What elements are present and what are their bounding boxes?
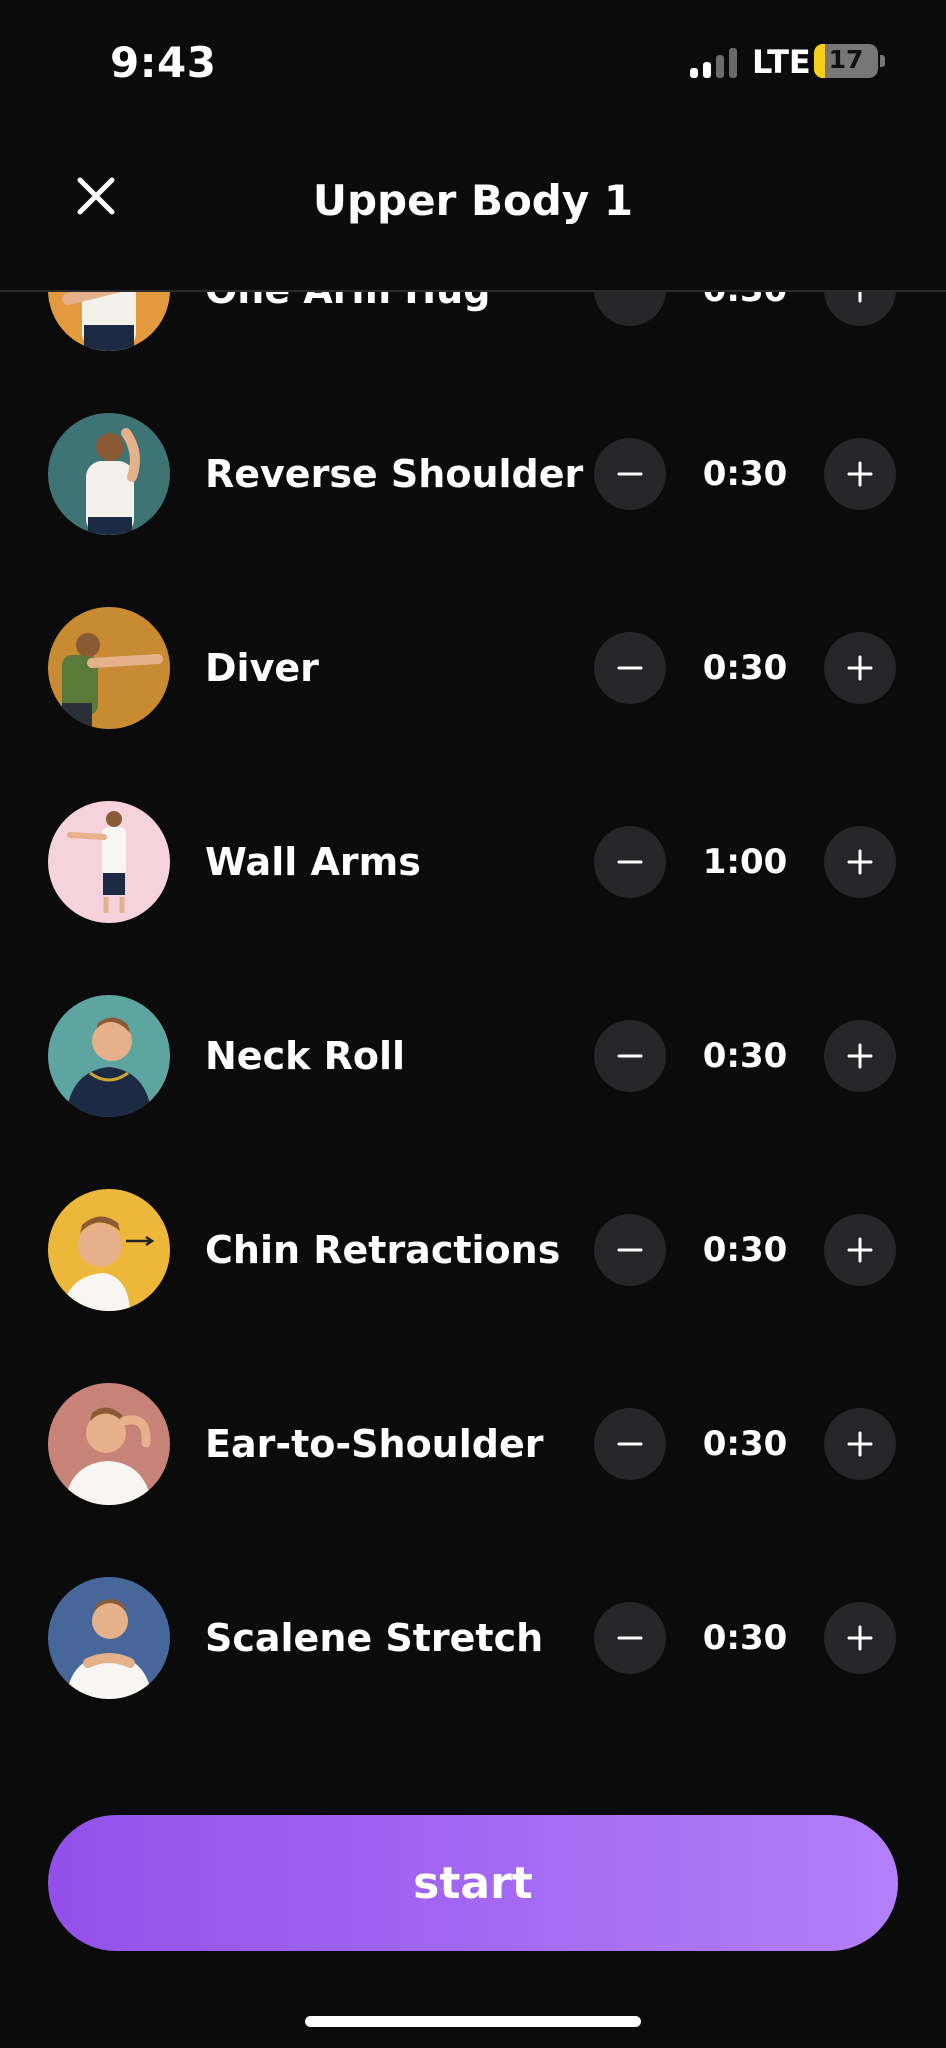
start-button-label: start (413, 1857, 533, 1909)
exercise-row: Scalene Stretch 0:30 (0, 1558, 946, 1718)
plus-icon (847, 1237, 873, 1263)
plus-icon (847, 1043, 873, 1069)
minus-icon (594, 292, 666, 326)
decrease-duration-button[interactable] (594, 1214, 666, 1286)
decrease-duration-button[interactable] (594, 826, 666, 898)
plus-icon (847, 655, 873, 681)
decrease-duration-button[interactable] (594, 438, 666, 510)
increase-duration-button[interactable] (824, 1408, 896, 1480)
exercise-name: Reverse Shoulder (205, 452, 584, 496)
decrease-duration-button[interactable] (594, 292, 666, 326)
network-type: LTE (752, 43, 811, 81)
increase-duration-button[interactable] (824, 292, 896, 326)
exercise-name: Wall Arms (205, 840, 421, 884)
minus-icon (617, 1248, 643, 1252)
battery-icon: 17 (814, 44, 878, 78)
status-bar: 9:43 LTE 17 (0, 0, 946, 120)
exercise-thumbnail (48, 1189, 170, 1311)
minus-icon (617, 472, 643, 476)
decrease-duration-button[interactable] (594, 1602, 666, 1674)
home-indicator[interactable] (305, 2016, 641, 2027)
diver-illustration (48, 607, 170, 729)
plus-icon (847, 849, 873, 875)
exercise-name: Chin Retractions (205, 1228, 561, 1272)
exercise-duration: 0:30 (702, 1230, 788, 1270)
increase-duration-button[interactable] (824, 826, 896, 898)
increase-duration-button[interactable] (824, 1602, 896, 1674)
page-title: Upper Body 1 (312, 176, 634, 225)
exercise-name: Scalene Stretch (205, 1616, 544, 1660)
start-button[interactable]: start (48, 1815, 898, 1951)
plus-icon (847, 1625, 873, 1651)
status-time: 9:43 (110, 38, 217, 87)
wall-arms-illustration (48, 801, 170, 923)
minus-icon (617, 1636, 643, 1640)
exercise-name: Ear-to-Shoulder (205, 1422, 544, 1466)
exercise-row: Diver 0:30 (0, 588, 946, 748)
decrease-duration-button[interactable] (594, 1408, 666, 1480)
scalene-stretch-illustration (48, 1577, 170, 1699)
exercise-row: Chin Retractions 0:30 (0, 1170, 946, 1330)
exercise-duration: 0:30 (702, 1424, 788, 1464)
exercise-duration: 0:30 (690, 292, 800, 310)
battery-level: 17 (828, 45, 864, 74)
battery-tip (880, 55, 885, 67)
exercise-duration: 0:30 (702, 1618, 788, 1658)
exercise-thumbnail (48, 413, 170, 535)
exercise-row: Neck Roll 0:30 (0, 976, 946, 1136)
increase-duration-button[interactable] (824, 1214, 896, 1286)
plus-icon (858, 292, 862, 303)
exercise-duration: 0:30 (702, 1036, 788, 1076)
minus-icon (617, 1442, 643, 1446)
increase-duration-button[interactable] (824, 632, 896, 704)
exercise-duration: 0:30 (702, 648, 788, 688)
ear-to-shoulder-illustration (48, 1383, 170, 1505)
minus-icon (617, 666, 643, 670)
exercise-thumbnail (48, 292, 170, 351)
exercise-duration: 1:00 (702, 842, 788, 882)
exercise-name: One Arm Hug (205, 292, 490, 312)
exercise-thumbnail (48, 801, 170, 923)
minus-icon (617, 1054, 643, 1058)
exercise-thumbnail (48, 1383, 170, 1505)
one-arm-hug-illustration (48, 292, 170, 351)
reverse-shoulder-illustration (48, 413, 170, 535)
exercise-row: One Arm Hug 0:30 (0, 292, 946, 370)
chin-retractions-illustration (48, 1189, 170, 1311)
exercise-row: Reverse Shoulder 0:30 (0, 394, 946, 554)
increase-duration-button[interactable] (824, 438, 896, 510)
exercise-duration: 0:30 (702, 454, 788, 494)
increase-duration-button[interactable] (824, 1020, 896, 1092)
header: Upper Body 1 (0, 120, 946, 292)
exercise-row: Wall Arms 1:00 (0, 782, 946, 942)
exercise-thumbnail (48, 607, 170, 729)
signal-strength-icon (690, 48, 738, 78)
exercise-name: Diver (205, 646, 319, 690)
decrease-duration-button[interactable] (594, 1020, 666, 1092)
plus-icon (847, 461, 873, 487)
exercise-thumbnail (48, 1577, 170, 1699)
exercise-row: Ear-to-Shoulder 0:30 (0, 1364, 946, 1524)
exercise-list[interactable]: One Arm Hug 0:30 Reverse Shoulder 0:30 (0, 292, 946, 1760)
exercise-thumbnail (48, 995, 170, 1117)
plus-icon (847, 1431, 873, 1457)
exercise-name: Neck Roll (205, 1034, 406, 1078)
minus-icon (617, 860, 643, 864)
neck-roll-illustration (48, 995, 170, 1117)
decrease-duration-button[interactable] (594, 632, 666, 704)
